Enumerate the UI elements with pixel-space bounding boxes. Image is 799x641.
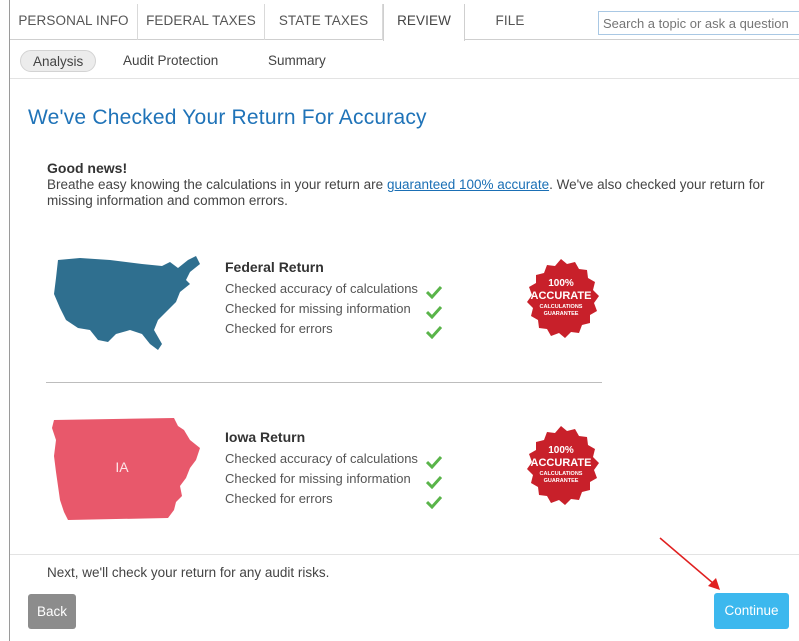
seal-calculations: CALCULATIONS bbox=[540, 471, 583, 477]
section-divider bbox=[46, 382, 602, 383]
checkmark-icon bbox=[426, 285, 442, 299]
seal-guarantee: GUARANTEE bbox=[544, 311, 579, 317]
intro-text-before: Breathe easy knowing the calculations in… bbox=[47, 177, 387, 192]
intro-paragraph: Breathe easy knowing the calculations in… bbox=[47, 177, 787, 209]
tab-federal-taxes[interactable]: FEDERAL TAXES bbox=[138, 4, 265, 40]
annotation-arrow-icon bbox=[659, 537, 720, 590]
checkmark-icon bbox=[426, 305, 442, 319]
tab-file[interactable]: FILE bbox=[465, 4, 555, 40]
seal-accurate: ACCURATE bbox=[531, 457, 592, 469]
iowa-check-missing-info: Checked for missing information bbox=[225, 471, 411, 486]
sub-navigation: Analysis Audit Protection Summary bbox=[10, 41, 799, 79]
federal-check-errors: Checked for errors bbox=[225, 321, 333, 336]
iowa-check-calculations: Checked accuracy of calculations bbox=[225, 451, 418, 466]
search-input[interactable] bbox=[598, 11, 799, 35]
accuracy-guarantee-seal: 100% ACCURATE CALCULATIONS GUARANTEE bbox=[527, 259, 599, 338]
next-step-text: Next, we'll check your return for any au… bbox=[47, 565, 330, 580]
seal-calculations: CALCULATIONS bbox=[540, 304, 583, 310]
iowa-map-icon: IA bbox=[52, 418, 200, 520]
seal-accurate: ACCURATE bbox=[531, 290, 592, 302]
continue-button[interactable]: Continue bbox=[714, 593, 789, 629]
app-frame: PERSONAL INFO FEDERAL TAXES STATE TAXES … bbox=[9, 0, 799, 641]
guarantee-link[interactable]: guaranteed 100% accurate bbox=[387, 177, 549, 192]
usa-map-icon bbox=[54, 256, 200, 350]
tab-review[interactable]: REVIEW bbox=[383, 4, 465, 41]
seal-guarantee: GUARANTEE bbox=[544, 478, 579, 484]
federal-check-missing-info: Checked for missing information bbox=[225, 301, 411, 316]
federal-check-calculations: Checked accuracy of calculations bbox=[225, 281, 418, 296]
subtab-summary[interactable]: Summary bbox=[268, 50, 326, 72]
iowa-abbreviation: IA bbox=[115, 459, 129, 475]
seal-percent: 100% bbox=[548, 278, 574, 289]
checkmark-icon bbox=[426, 455, 442, 469]
footer-divider bbox=[10, 554, 799, 555]
tab-state-taxes[interactable]: STATE TAXES bbox=[265, 4, 383, 40]
federal-return-title: Federal Return bbox=[225, 259, 324, 275]
top-navigation: PERSONAL INFO FEDERAL TAXES STATE TAXES … bbox=[10, 4, 799, 41]
iowa-check-errors: Checked for errors bbox=[225, 491, 333, 506]
iowa-return-title: Iowa Return bbox=[225, 429, 306, 445]
checkmark-icon bbox=[426, 325, 442, 339]
accuracy-guarantee-seal: 100% ACCURATE CALCULATIONS GUARANTEE bbox=[527, 426, 599, 505]
checkmark-icon bbox=[426, 475, 442, 489]
subtab-audit-protection[interactable]: Audit Protection bbox=[123, 50, 218, 72]
back-button[interactable]: Back bbox=[28, 594, 76, 629]
page-title: We've Checked Your Return For Accuracy bbox=[28, 106, 427, 129]
seal-percent: 100% bbox=[548, 445, 574, 456]
checkmark-icon bbox=[426, 495, 442, 509]
subtab-analysis[interactable]: Analysis bbox=[20, 50, 97, 72]
good-news-heading: Good news! bbox=[47, 160, 128, 176]
tab-personal-info[interactable]: PERSONAL INFO bbox=[10, 4, 138, 40]
